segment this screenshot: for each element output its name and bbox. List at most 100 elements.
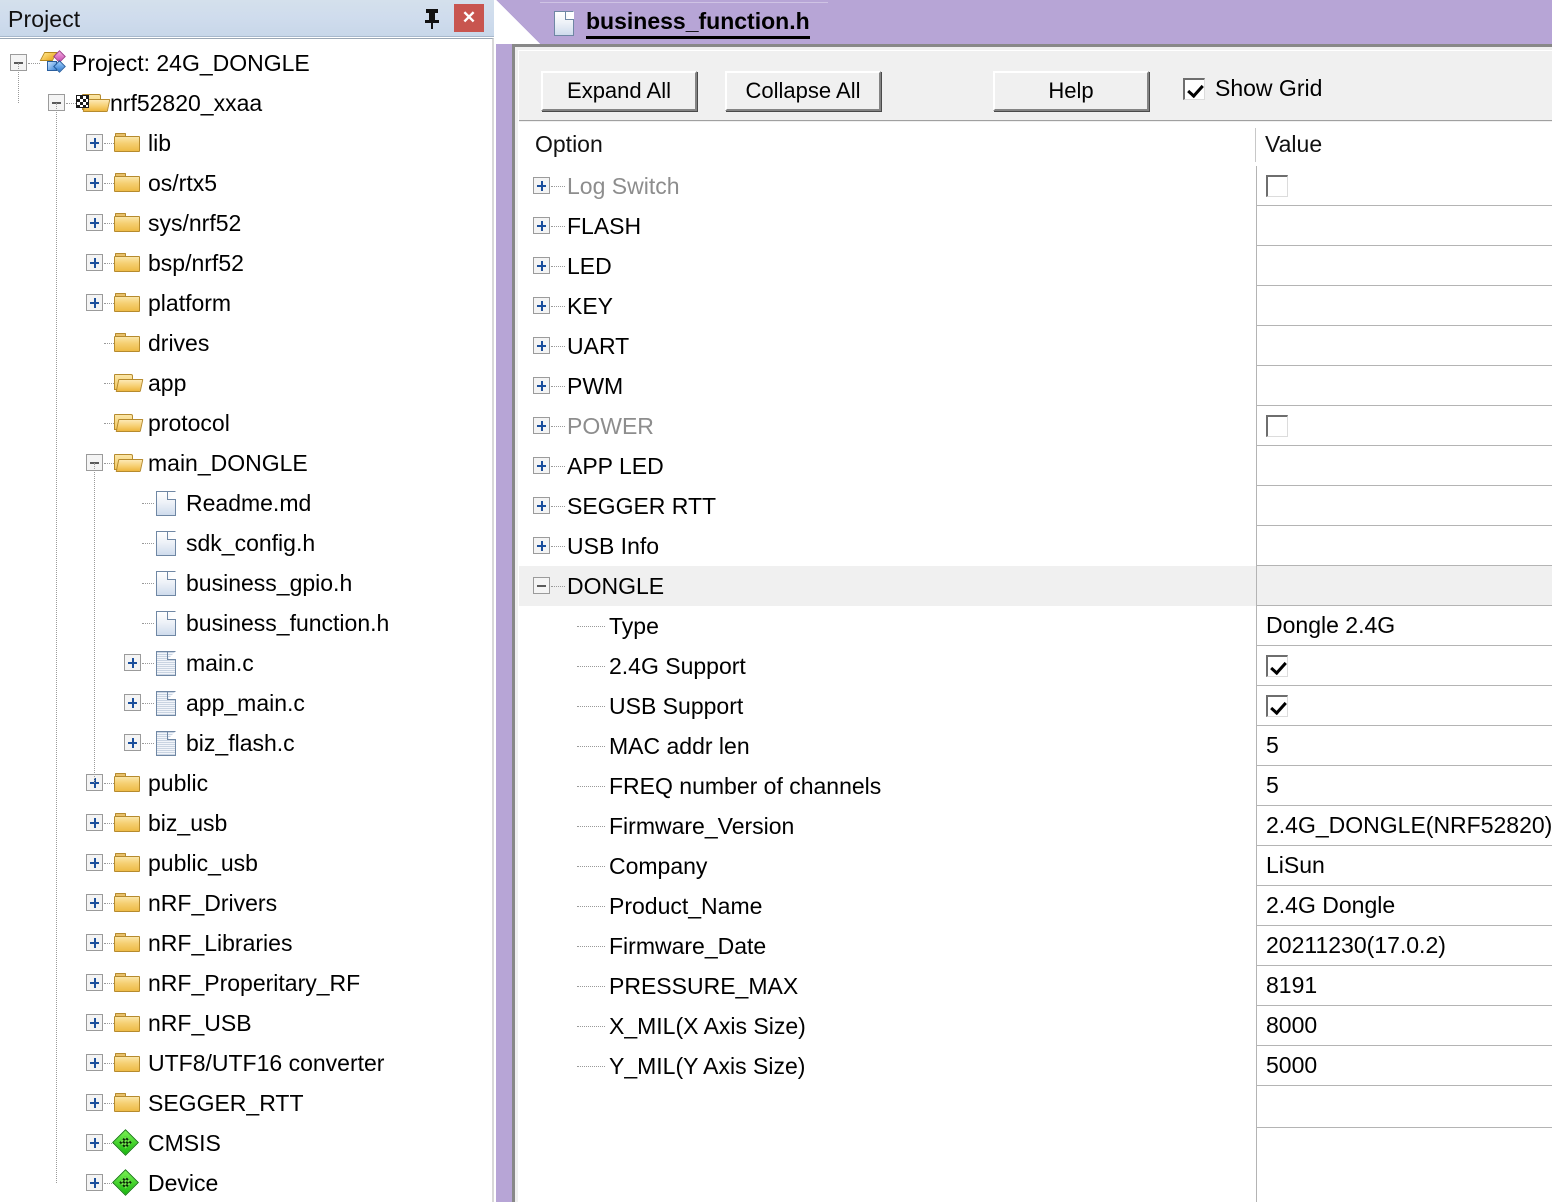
expand-icon[interactable] (86, 1054, 103, 1071)
project-tree-item[interactable]: biz_flash.c (0, 723, 492, 763)
grid-row-value[interactable] (1256, 486, 1552, 526)
project-tree-item[interactable]: Device (0, 1163, 492, 1202)
project-tree-item[interactable]: drives (0, 323, 492, 363)
project-tree-item[interactable]: protocol (0, 403, 492, 443)
grid-row[interactable]: Type Dongle 2.4G (519, 606, 1552, 646)
project-tree-item[interactable]: public_usb (0, 843, 492, 883)
grid-row[interactable]: FREQ number of channels 5 (519, 766, 1552, 806)
project-tree-item[interactable]: CMSIS (0, 1123, 492, 1163)
expand-icon[interactable] (86, 294, 103, 311)
expand-all-button[interactable]: Expand All (541, 71, 697, 111)
grid-row-value[interactable] (1256, 406, 1552, 446)
grid-row-value[interactable] (1256, 166, 1552, 206)
expand-icon[interactable] (124, 654, 141, 671)
project-tree-item[interactable]: biz_usb (0, 803, 492, 843)
project-tree-item[interactable]: os/rtx5 (0, 163, 492, 203)
collapse-all-button[interactable]: Collapse All (725, 71, 881, 111)
expand-icon[interactable] (86, 1094, 103, 1111)
project-tree-item[interactable]: Readme.md (0, 483, 492, 523)
grid-row[interactable]: MAC addr len 5 (519, 726, 1552, 766)
checkmark-icon[interactable] (1266, 694, 1288, 717)
grid-row-value[interactable]: 2.4G_DONGLE(NRF52820) (1256, 806, 1552, 846)
grid-row-value[interactable]: LiSun (1256, 846, 1552, 886)
grid-row-value[interactable] (1256, 646, 1552, 686)
project-tree-scroll[interactable]: Project: 24G_DONGLE nrf52820_xxaa lib os/rt… (0, 38, 494, 1202)
grid-row[interactable]: USB Support (519, 686, 1552, 726)
grid-row-value[interactable] (1256, 366, 1552, 406)
project-tree-item[interactable]: nRF_Properitary_RF (0, 963, 492, 1003)
show-grid-checkbox[interactable]: Show Grid (1183, 75, 1322, 102)
expand-icon[interactable] (86, 1014, 103, 1031)
grid-row-value[interactable] (1256, 206, 1552, 246)
grid-row[interactable]: POWER (519, 406, 1552, 446)
grid-row-value[interactable] (1256, 286, 1552, 326)
expand-icon[interactable] (533, 377, 550, 394)
project-tree-item[interactable]: main_DONGLE (0, 443, 492, 483)
project-tree-item[interactable]: main.c (0, 643, 492, 683)
grid-row[interactable]: FLASH (519, 206, 1552, 246)
grid-row[interactable]: KEY (519, 286, 1552, 326)
expand-icon[interactable] (533, 537, 550, 554)
project-tree-item[interactable]: app (0, 363, 492, 403)
project-tree-item[interactable]: nRF_Drivers (0, 883, 492, 923)
grid-row[interactable]: X_MIL(X Axis Size) 8000 (519, 1006, 1552, 1046)
project-tree-item[interactable]: lib (0, 123, 492, 163)
grid-row[interactable]: Company LiSun (519, 846, 1552, 886)
grid-row-value[interactable] (1256, 446, 1552, 486)
expand-icon[interactable] (124, 734, 141, 751)
close-icon[interactable]: ✕ (454, 4, 484, 32)
expand-icon[interactable] (86, 1174, 103, 1191)
expand-icon[interactable] (533, 217, 550, 234)
grid-row-value[interactable]: 20211230(17.0.2) (1256, 926, 1552, 966)
grid-row-value[interactable] (1256, 246, 1552, 286)
grid-row[interactable]: Y_MIL(Y Axis Size) 5000 (519, 1046, 1552, 1086)
grid-row-value[interactable] (1256, 686, 1552, 726)
expand-icon[interactable] (86, 1134, 103, 1151)
grid-row[interactable]: SEGGER RTT (519, 486, 1552, 526)
project-tree-item[interactable]: sdk_config.h (0, 523, 492, 563)
grid-row[interactable]: APP LED (519, 446, 1552, 486)
grid-row-value[interactable] (1256, 526, 1552, 566)
checkbox-unchecked-icon[interactable] (1266, 414, 1288, 437)
project-tree-item[interactable]: app_main.c (0, 683, 492, 723)
project-tree-item[interactable]: business_gpio.h (0, 563, 492, 603)
grid-row-value[interactable]: 5 (1256, 766, 1552, 806)
collapse-icon[interactable] (533, 577, 550, 594)
grid-row[interactable]: PRESSURE_MAX 8191 (519, 966, 1552, 1006)
grid-row[interactable]: DONGLE (519, 566, 1552, 606)
expand-icon[interactable] (86, 254, 103, 271)
grid-row[interactable]: Log Switch (519, 166, 1552, 206)
help-button[interactable]: Help (993, 71, 1149, 111)
expand-icon[interactable] (86, 974, 103, 991)
expand-icon[interactable] (533, 257, 550, 274)
expand-icon[interactable] (533, 297, 550, 314)
tab-business-function-h[interactable]: business_function.h (540, 2, 828, 44)
grid-row[interactable]: LED (519, 246, 1552, 286)
grid-row[interactable]: UART (519, 326, 1552, 366)
grid-row-value[interactable]: 5 (1256, 726, 1552, 766)
checkbox-unchecked-icon[interactable] (1266, 174, 1288, 197)
expand-icon[interactable] (533, 417, 550, 434)
expand-icon[interactable] (533, 457, 550, 474)
project-tree-item[interactable]: bsp/nrf52 (0, 243, 492, 283)
grid-row[interactable]: Firmware_Version 2.4G_DONGLE(NRF52820) (519, 806, 1552, 846)
grid-row[interactable]: USB Info (519, 526, 1552, 566)
grid-row-value[interactable]: 8191 (1256, 966, 1552, 1006)
grid-row-value[interactable]: Dongle 2.4G (1256, 606, 1552, 646)
expand-icon[interactable] (86, 854, 103, 871)
expand-icon[interactable] (124, 694, 141, 711)
expand-icon[interactable] (86, 814, 103, 831)
project-tree-item[interactable]: nRF_Libraries (0, 923, 492, 963)
grid-row-value[interactable]: 2.4G Dongle (1256, 886, 1552, 926)
grid-row[interactable]: 2.4G Support (519, 646, 1552, 686)
project-tree-item[interactable]: nRF_USB (0, 1003, 492, 1043)
expand-icon[interactable] (86, 894, 103, 911)
expand-icon[interactable] (533, 497, 550, 514)
checkmark-icon[interactable] (1266, 654, 1288, 677)
project-tree-item[interactable]: platform (0, 283, 492, 323)
expand-icon[interactable] (86, 174, 103, 191)
project-tree-item[interactable]: Project: 24G_DONGLE (0, 43, 492, 83)
expand-icon[interactable] (533, 337, 550, 354)
project-tree-item[interactable]: UTF8/UTF16 converter (0, 1043, 492, 1083)
grid-row[interactable]: PWM (519, 366, 1552, 406)
